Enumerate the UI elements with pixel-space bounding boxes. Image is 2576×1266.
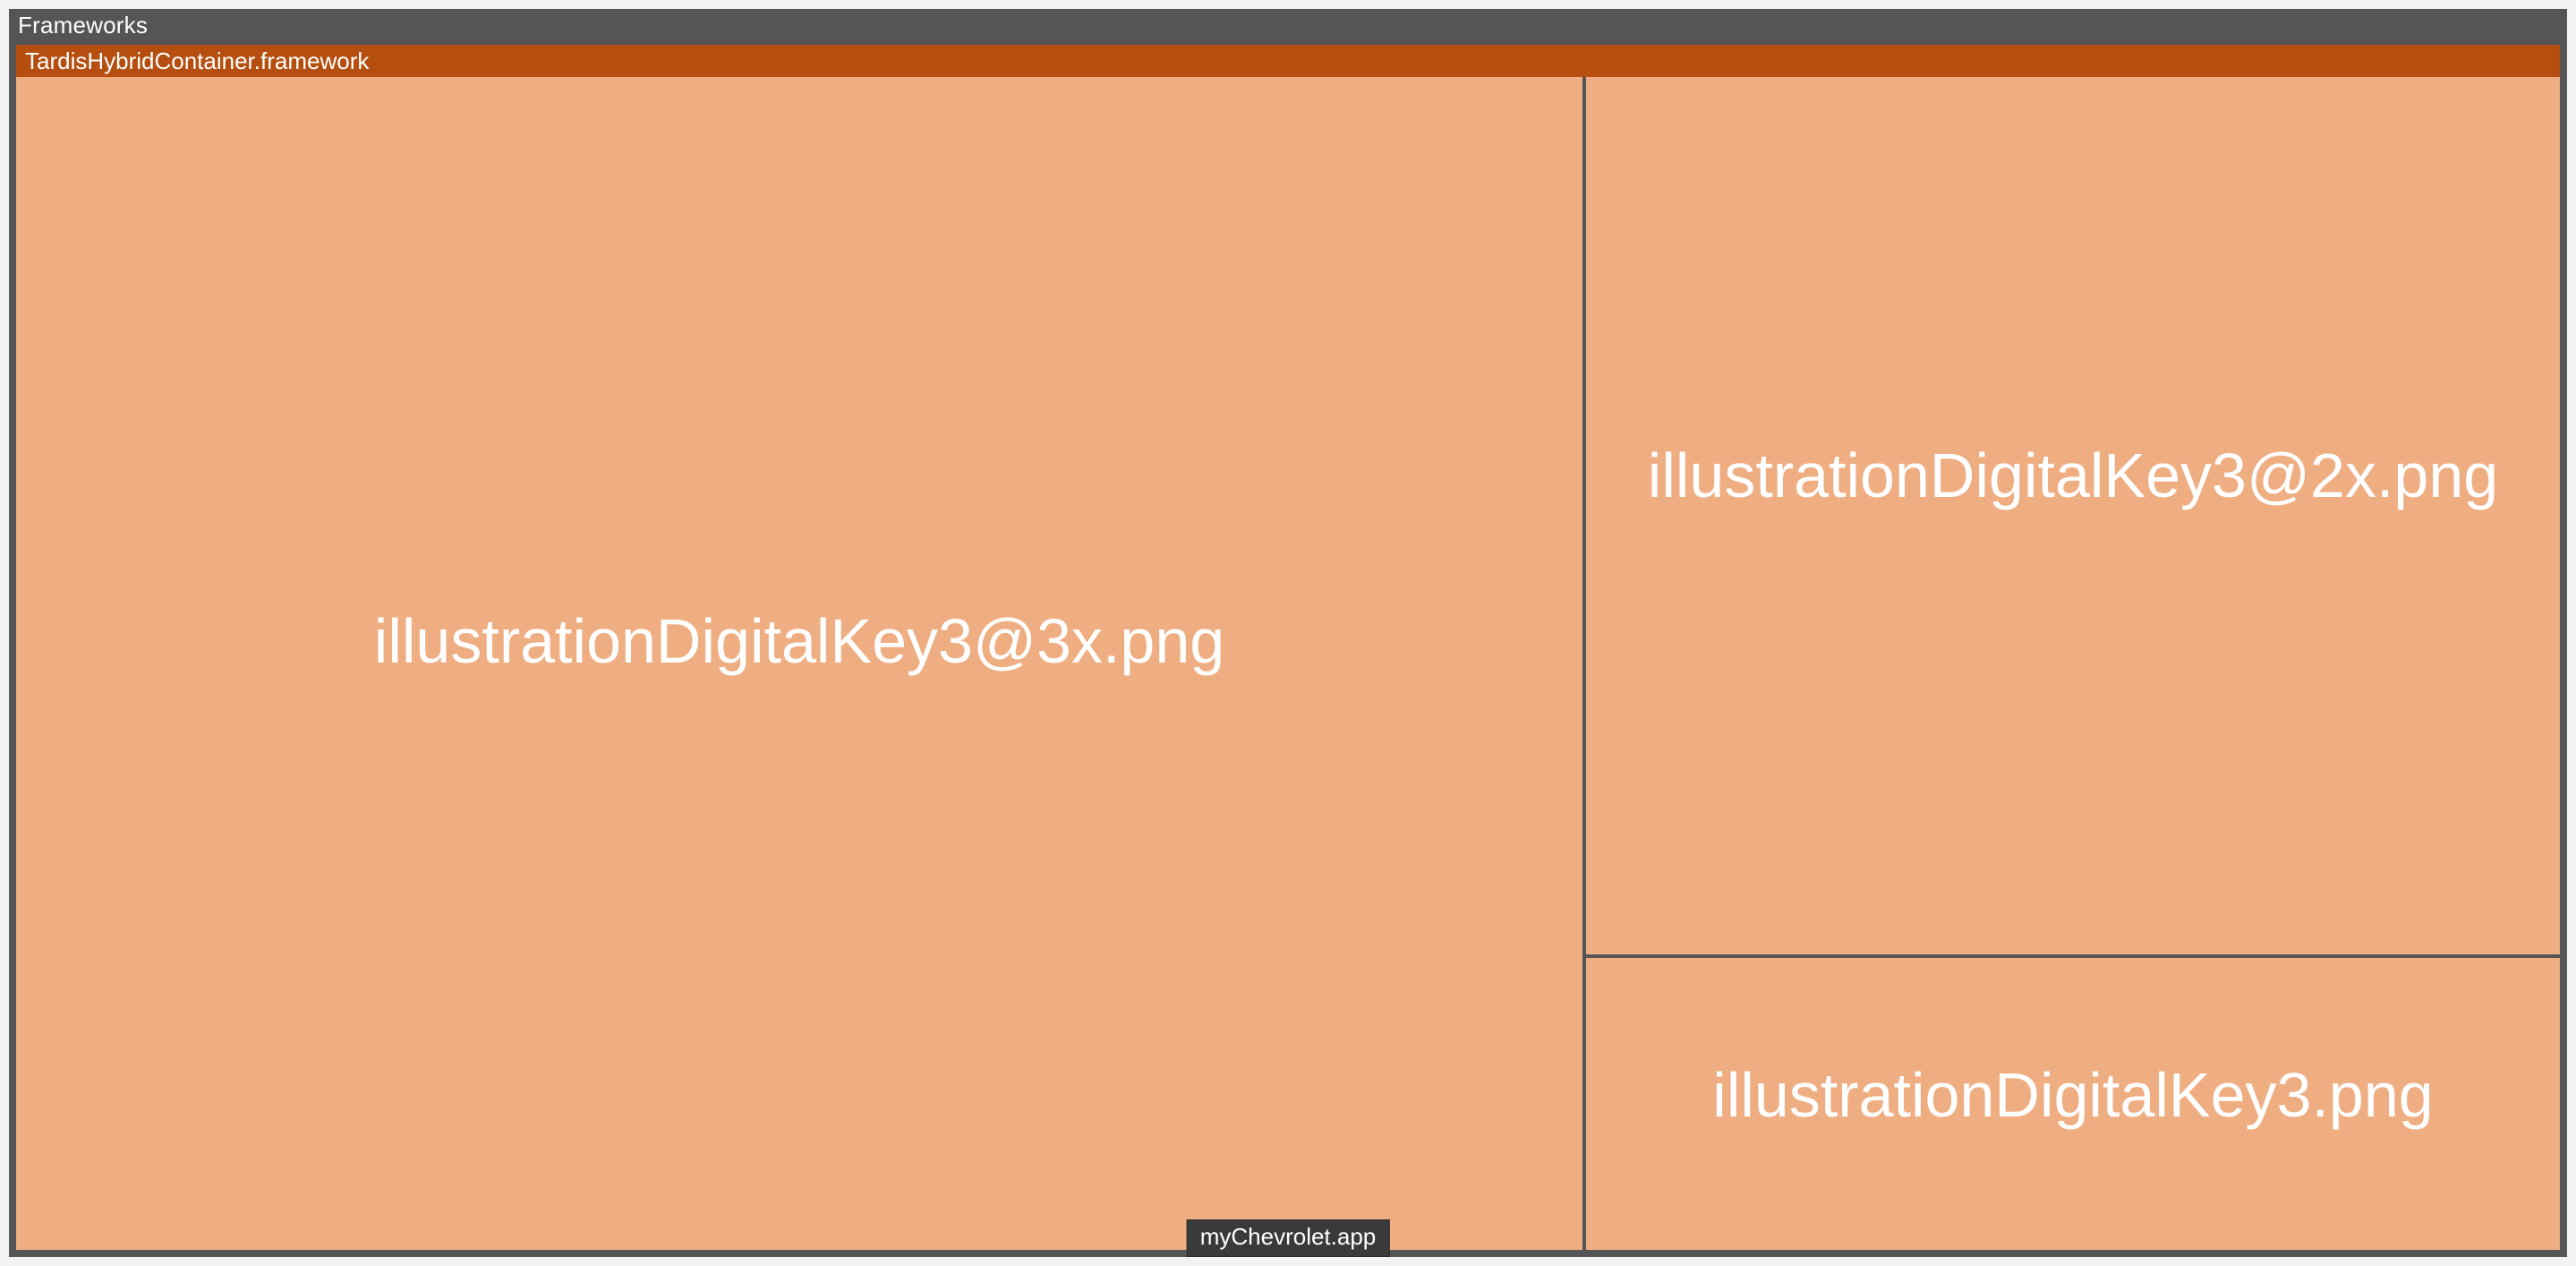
app-name-badge[interactable]: myChevrolet.app: [1187, 1219, 1390, 1257]
tile-label: illustrationDigitalKey3@3x.png: [374, 605, 1224, 677]
treemap-container: Frameworks TardisHybridContainer.framewo…: [9, 9, 2567, 1257]
treemap-tile-digitalkey3-2x[interactable]: illustrationDigitalKey3@2x.png: [1586, 77, 2560, 954]
group-subtitle-text: TardisHybridContainer.framework: [25, 47, 369, 74]
group-title-frameworks: Frameworks: [9, 9, 2567, 45]
treemap-tile-digitalkey3-3x[interactable]: illustrationDigitalKey3@3x.png: [16, 77, 1582, 1250]
treemap-tiles: illustrationDigitalKey3@3x.png illustrat…: [16, 77, 2560, 1250]
treemap-tile-digitalkey3-1x[interactable]: illustrationDigitalKey3.png: [1586, 958, 2560, 1250]
app-name-text: myChevrolet.app: [1200, 1223, 1377, 1250]
tile-label: illustrationDigitalKey3@2x.png: [1648, 440, 2498, 511]
tile-label: illustrationDigitalKey3.png: [1712, 1059, 2433, 1131]
group-title-framework-bundle[interactable]: TardisHybridContainer.framework: [16, 45, 2560, 77]
group-title-text: Frameworks: [18, 12, 148, 38]
